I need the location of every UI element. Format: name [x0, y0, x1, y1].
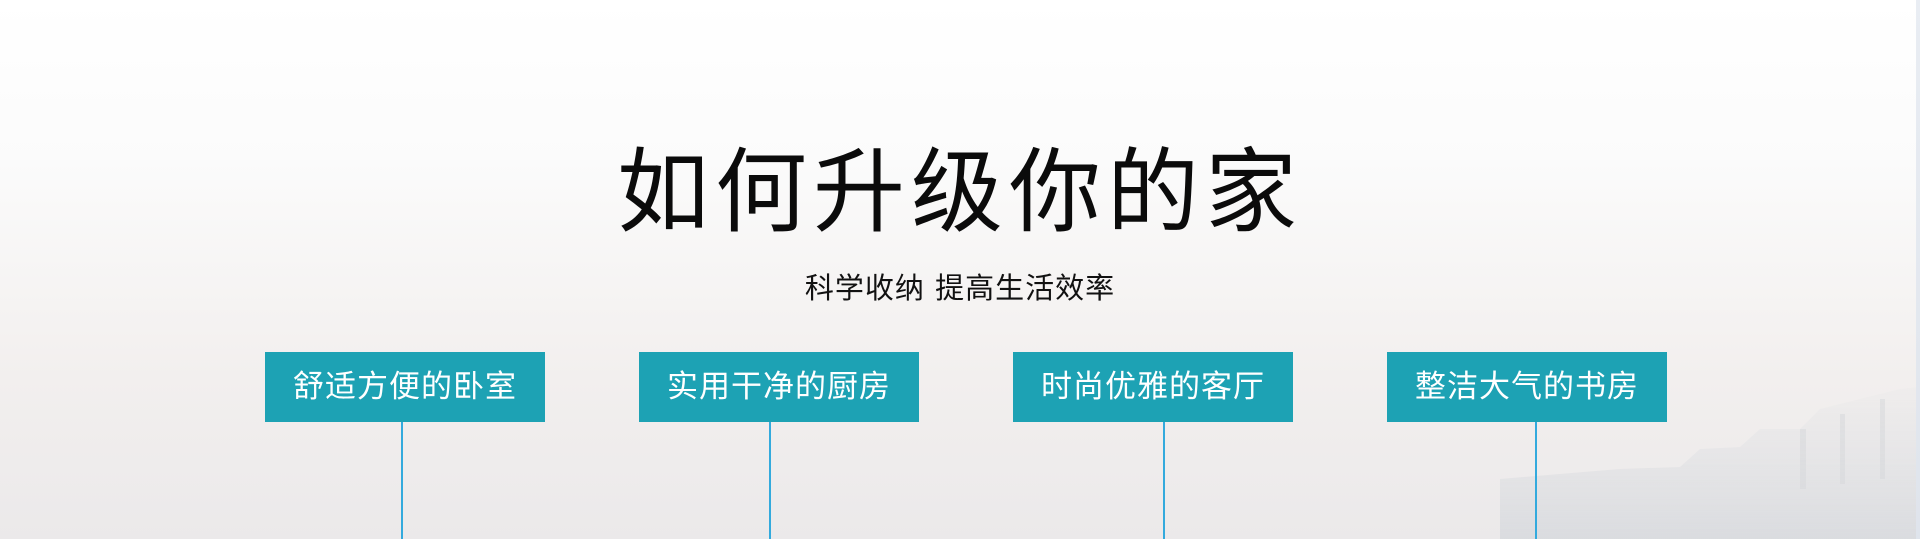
- connector-line: [769, 422, 771, 539]
- room-categories: 舒适方便的卧室 实用干净的厨房 时尚优雅的客厅 整洁大气的书房: [0, 352, 1920, 539]
- room-category-kitchen: 实用干净的厨房: [639, 352, 919, 539]
- room-tag-living-room[interactable]: 时尚优雅的客厅: [1013, 352, 1293, 422]
- connector-line: [401, 422, 403, 539]
- right-edge-strip: [1916, 0, 1920, 539]
- page-title: 如何升级你的家: [616, 139, 1303, 246]
- hero-section: 如何升级你的家 科学收纳 提高生活效率 舒适方便的卧室 实用干净的厨房 时尚优雅…: [0, 0, 1920, 539]
- room-tag-bedroom[interactable]: 舒适方便的卧室: [265, 352, 545, 422]
- page-subtitle: 科学收纳 提高生活效率: [804, 271, 1116, 305]
- room-tag-kitchen[interactable]: 实用干净的厨房: [639, 352, 919, 422]
- room-tag-study[interactable]: 整洁大气的书房: [1387, 352, 1667, 422]
- room-category-study: 整洁大气的书房: [1387, 352, 1667, 539]
- connector-line: [1535, 422, 1537, 539]
- room-category-bedroom: 舒适方便的卧室: [265, 352, 545, 539]
- connector-line: [1163, 422, 1165, 539]
- room-category-living-room: 时尚优雅的客厅: [1013, 352, 1293, 539]
